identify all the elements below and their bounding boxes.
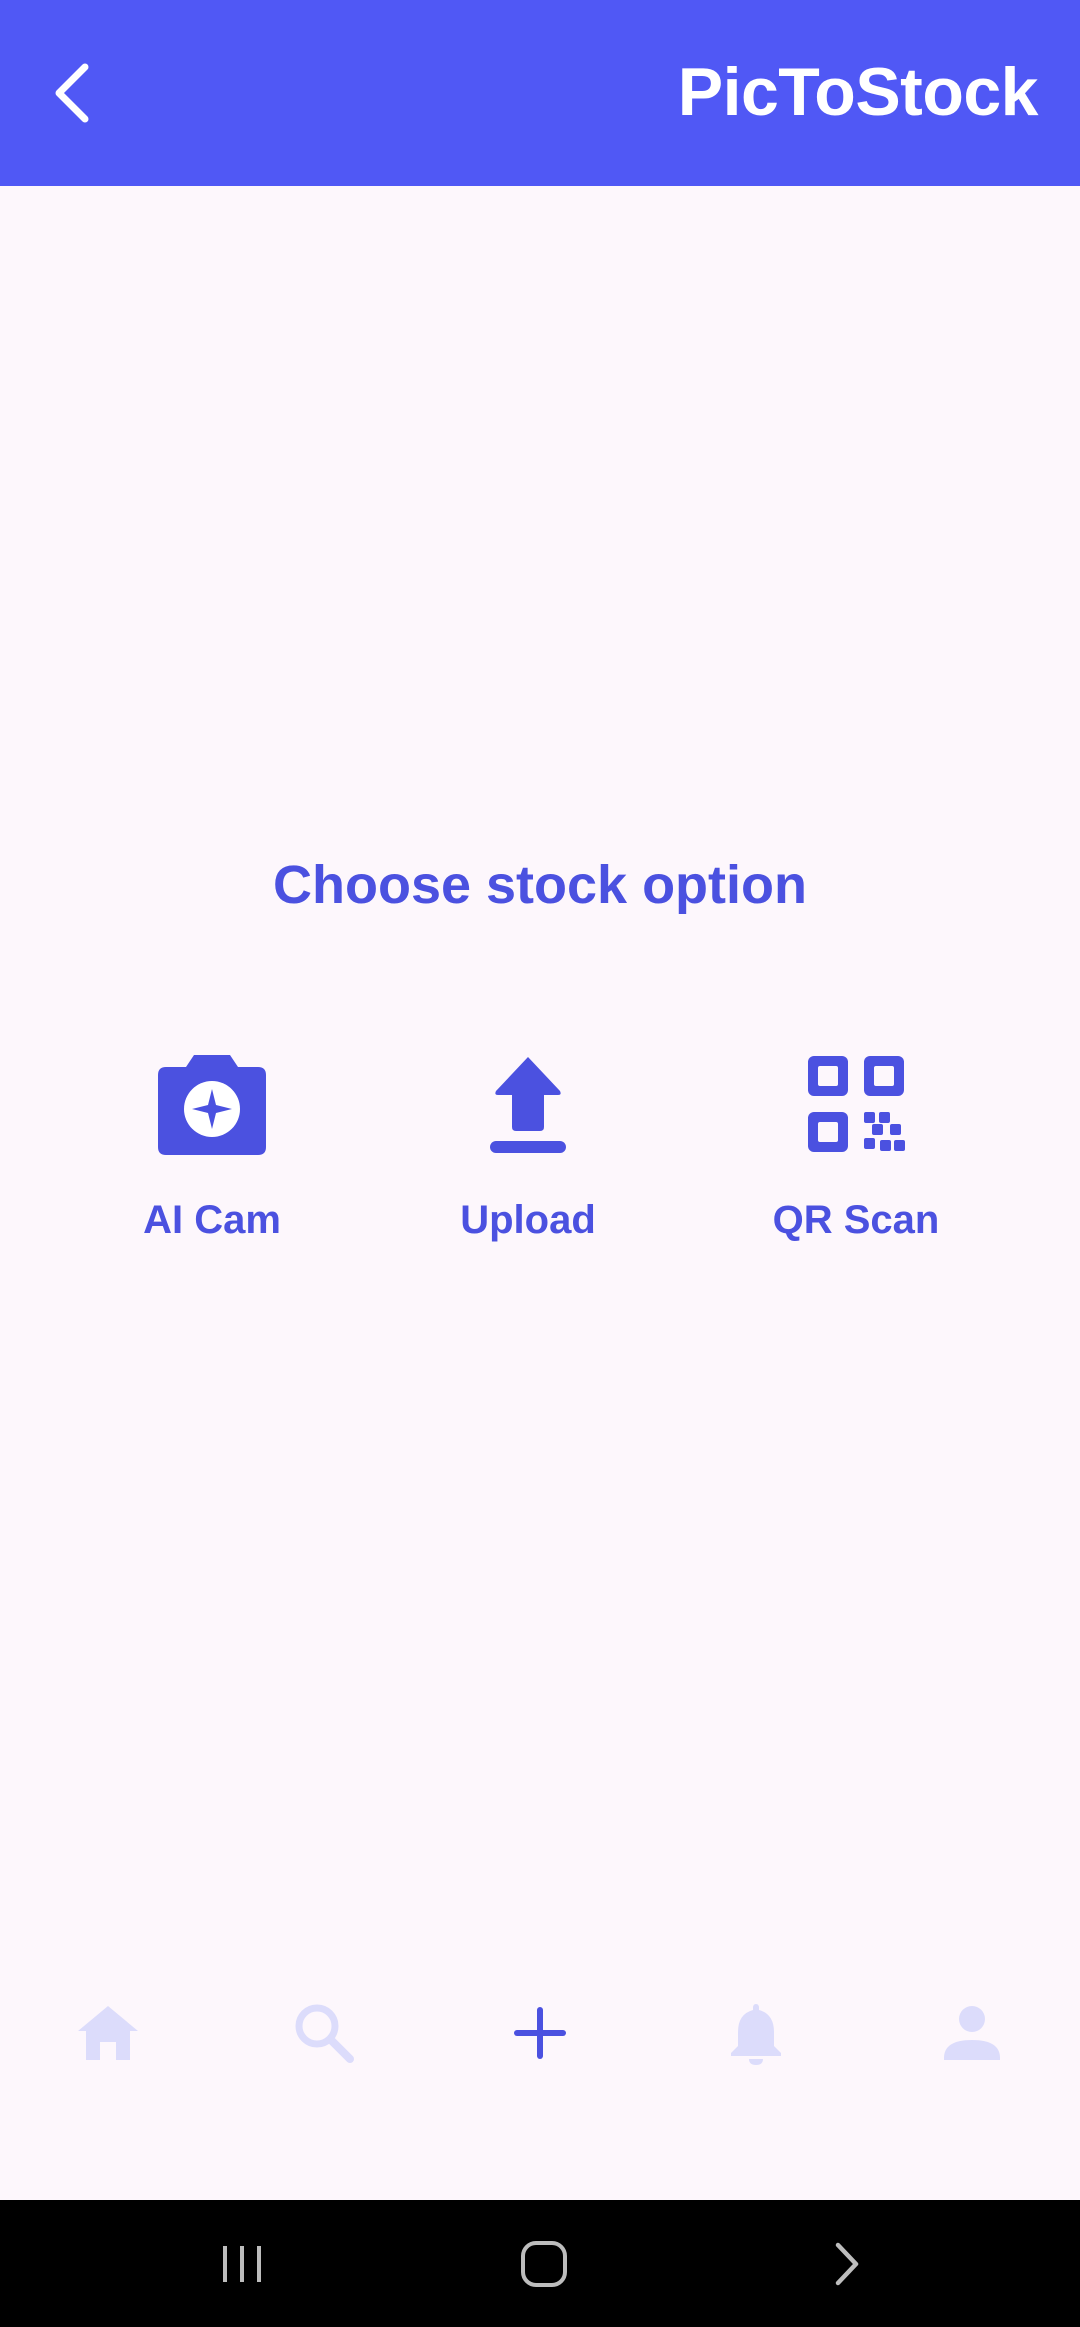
system-back-button[interactable] (746, 2200, 946, 2327)
chevron-left-icon (55, 63, 89, 123)
qr-scan-option[interactable]: QR Scan (726, 1030, 986, 1250)
bell-icon (731, 2004, 781, 2065)
system-home-button[interactable] (444, 2200, 644, 2327)
nav-search[interactable] (216, 1958, 432, 2108)
ai-cam-option[interactable]: AI Cam (82, 1030, 342, 1250)
ai-camera-icon (152, 1044, 272, 1164)
upload-icon (468, 1044, 588, 1164)
search-icon (295, 2004, 354, 2063)
page-heading: Choose stock option (272, 855, 807, 915)
nav-home[interactable] (0, 1958, 216, 2108)
nav-add[interactable] (432, 1958, 648, 2108)
bottom-navigation (0, 1958, 1080, 2200)
qr-scan-label: QR Scan (772, 1198, 940, 1242)
app-title: PicToStock (677, 54, 1039, 130)
add-icon (514, 2007, 566, 2059)
upload-option[interactable]: Upload (398, 1030, 658, 1250)
back-button[interactable] (30, 45, 120, 141)
upload-label: Upload (460, 1198, 596, 1242)
home-icon (78, 2006, 138, 2060)
recent-apps-button[interactable] (142, 2200, 342, 2327)
profile-icon (944, 2006, 1000, 2060)
ai-cam-label: AI Cam (143, 1198, 281, 1242)
app-screen: PicToStock Choose stock option AI Cam Up… (0, 0, 1080, 2327)
recent-apps-icon (223, 2245, 261, 2282)
system-navigation-bar (0, 2200, 1080, 2327)
nav-profile[interactable] (864, 1958, 1080, 2108)
nav-notifications[interactable] (648, 1958, 864, 2108)
home-button-icon (521, 2240, 567, 2287)
qr-code-icon (796, 1044, 916, 1164)
top-app-bar: PicToStock (0, 0, 1080, 186)
back-arrow-icon (835, 2242, 859, 2285)
